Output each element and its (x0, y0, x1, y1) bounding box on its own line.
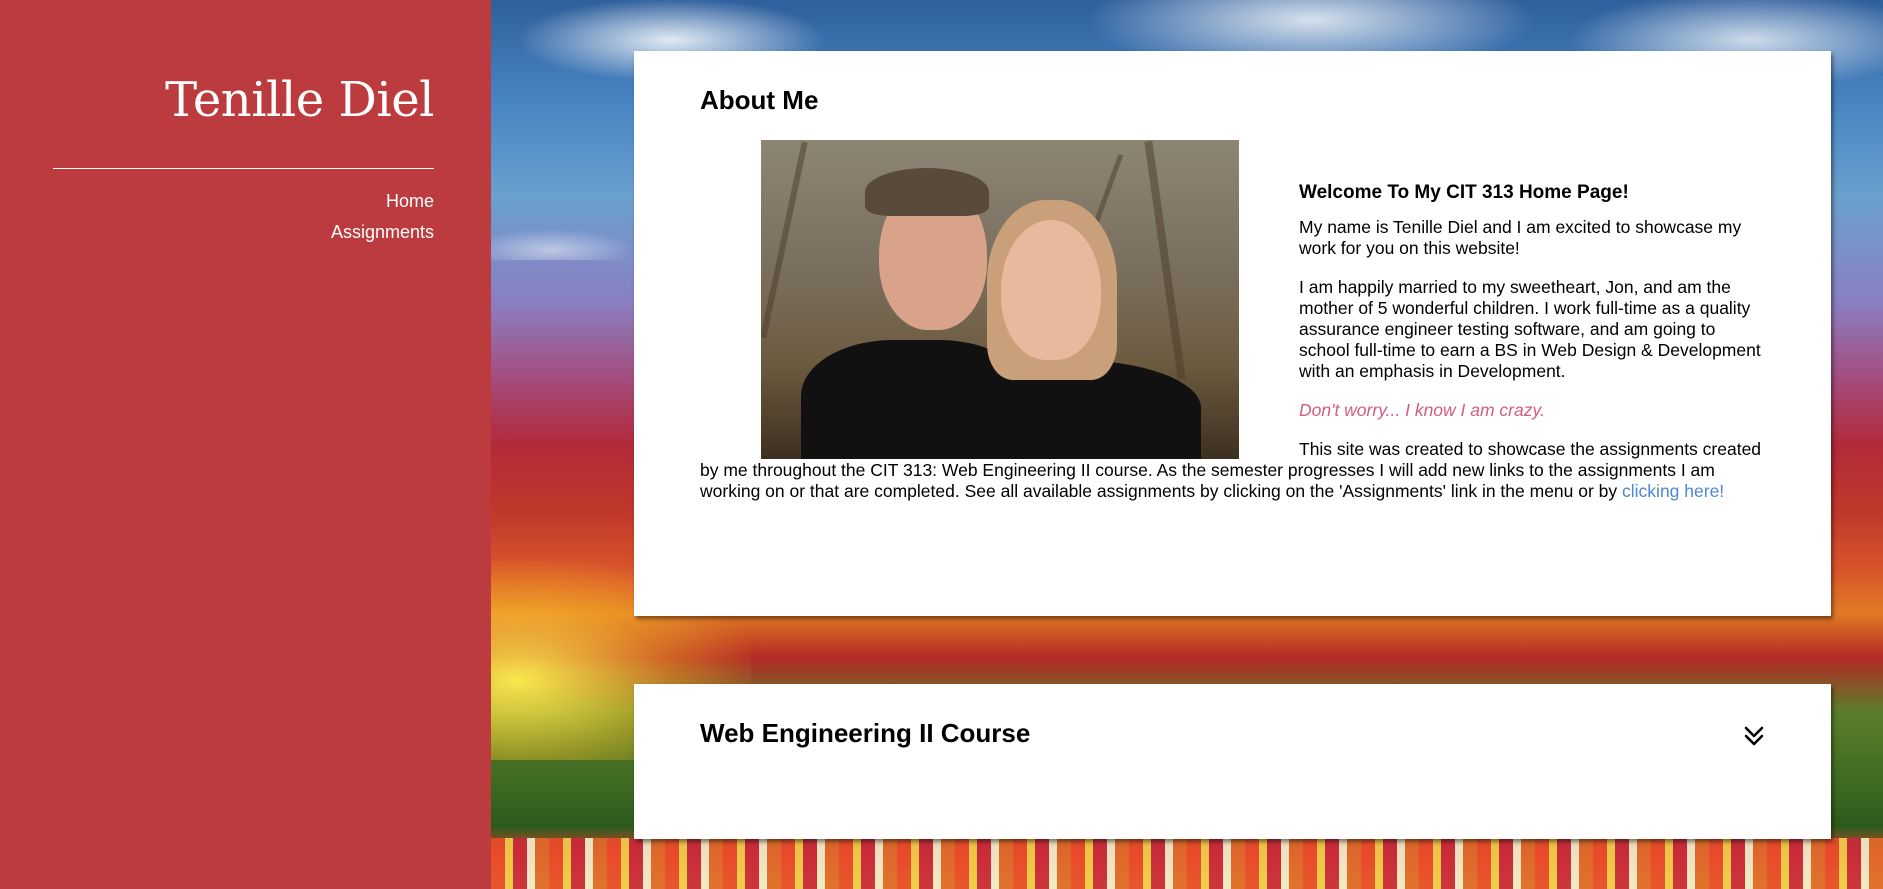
couple-photo (761, 140, 1239, 459)
course-heading: Web Engineering II Course (700, 718, 1031, 748)
about-me-heading: About Me (700, 85, 819, 115)
sidebar: Tenille Diel Home Assignments (0, 0, 491, 889)
about-me-content: Welcome To My CIT 313 Home Page! My name… (700, 140, 1768, 520)
about-me-card: About Me Welcome To My CIT 313 Home Page… (634, 51, 1831, 616)
nav-item-home[interactable]: Home (331, 186, 434, 217)
course-card: Web Engineering II Course (634, 684, 1831, 839)
assignments-link[interactable]: clicking here! (1622, 481, 1724, 501)
flower-field (491, 838, 1883, 889)
nav-item-assignments[interactable]: Assignments (331, 217, 434, 248)
sidebar-divider (53, 168, 434, 169)
main-nav: Home Assignments (331, 186, 434, 248)
page: Tenille Diel Home Assignments About Me W… (0, 0, 1883, 889)
site-title: Tenille Diel (165, 72, 434, 128)
double-chevron-down-icon[interactable] (1742, 724, 1766, 748)
